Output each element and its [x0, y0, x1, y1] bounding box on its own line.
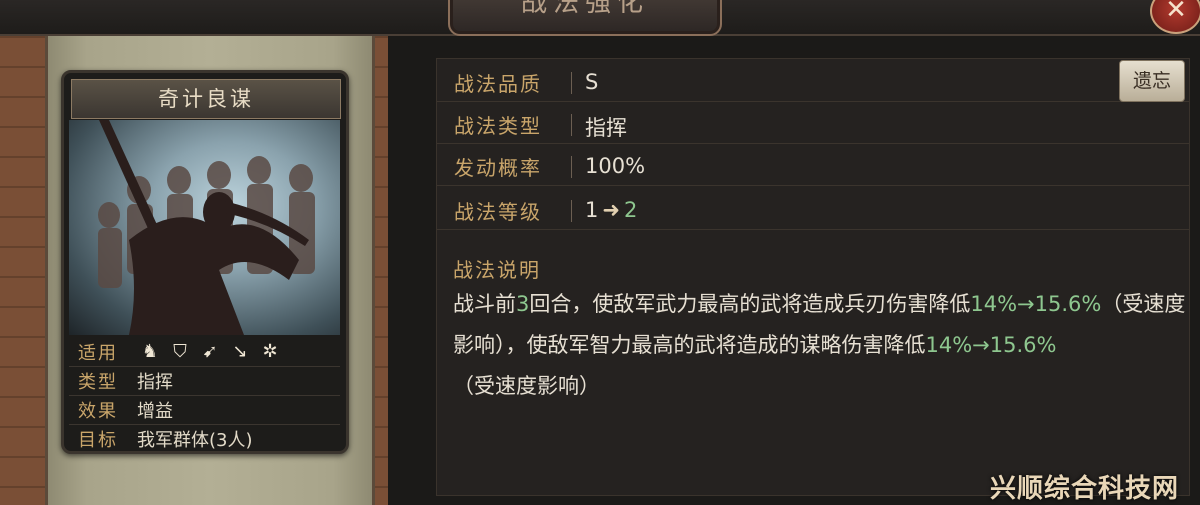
desc-highlight: 14%→15.6% [925, 333, 1057, 357]
spear-icon: ↘ [232, 341, 248, 362]
description-title: 战法说明 [453, 258, 541, 282]
prop-val-level: 1 ➜ 2 [585, 198, 637, 222]
bow-icon: ➹ [202, 341, 218, 362]
desc-highlight: 14%→15.6% [970, 292, 1102, 316]
attr-row-suit: 适用 ♞ ⛉ ➹ ↘ ✲ [69, 338, 340, 367]
prop-divider [571, 156, 572, 178]
prop-key-rate: 发动概率 [454, 156, 542, 180]
attr-val-type: 指挥 [137, 372, 173, 393]
attr-row-target: 目标 我军群体(3人) [69, 425, 340, 454]
prop-divider [571, 114, 572, 136]
prop-row-rate: 发动概率 100% [437, 147, 1189, 186]
desc-highlight: 3 [516, 292, 530, 316]
title-plate: 战法强化 [448, 0, 722, 36]
attr-val-target: 我军群体(3人) [137, 430, 253, 451]
level-to: 2 [623, 198, 638, 222]
description-text: 战斗前3回合，使敌军武力最高的武将造成兵刃伤害降低14%→15.6%（受速度影响… [453, 284, 1193, 407]
prop-row-quality: 战法品质 S [437, 63, 1189, 102]
attr-key-effect: 效果 [78, 401, 118, 422]
attr-val-effect: 增益 [137, 401, 173, 422]
desc-part: （受速度影响） [453, 374, 600, 398]
skill-name: 奇计良谋 [71, 79, 341, 119]
prop-divider [571, 200, 572, 222]
skill-attributes: 适用 ♞ ⛉ ➹ ↘ ✲ 类型 指挥 效果 增益 目标 我军群体(3人) [69, 338, 340, 454]
prop-row-level: 战法等级 1 ➜ 2 [437, 191, 1189, 230]
desc-part: 战斗前 [453, 292, 516, 316]
prop-key-type: 战法类型 [454, 114, 542, 138]
attr-row-effect: 效果 增益 [69, 396, 340, 425]
description-box: 战法说明 战斗前3回合，使敌军武力最高的武将造成兵刃伤害降低14%→15.6%（… [436, 242, 1188, 494]
skill-card: 奇计良谋 适用 ♞ ⛉ ➹ ↘ ✲ 类型 指挥 效果 增益 目标 我军群体(3人… [61, 70, 349, 454]
arrow-right-icon: ➜ [602, 198, 620, 222]
prop-key-level: 战法等级 [454, 200, 542, 224]
unit-icons: ♞ ⛉ ➹ ↘ ✲ [139, 341, 281, 363]
prop-key-quality: 战法品质 [454, 72, 542, 96]
forget-button[interactable]: 遗忘 [1119, 60, 1185, 102]
desc-part: 回合，使敌军武力最高的武将造成兵刃伤害降低 [529, 292, 971, 316]
prop-val-rate: 100% [585, 154, 646, 178]
watermark: 兴顺综合科技网 [990, 474, 1180, 504]
attr-row-type: 类型 指挥 [69, 367, 340, 396]
prop-divider [571, 72, 572, 94]
cavalry-icon: ♞ [141, 341, 159, 362]
window-title: 战法强化 [520, 0, 649, 18]
prop-row-type: 战法类型 指挥 [437, 105, 1189, 144]
warrior-silhouette [98, 120, 315, 335]
wheel-icon: ✲ [262, 341, 278, 362]
close-icon: ✕ [1165, 0, 1187, 25]
attr-key-target: 目标 [78, 430, 118, 451]
skill-artwork [69, 120, 340, 335]
prop-val-quality: S [585, 70, 599, 94]
prop-val-type: 指挥 [585, 116, 627, 140]
level-from: 1 [585, 198, 599, 222]
shield-icon: ⛉ [173, 341, 187, 362]
attr-key-suit: 适用 [78, 343, 118, 364]
attr-key-type: 类型 [78, 372, 118, 393]
